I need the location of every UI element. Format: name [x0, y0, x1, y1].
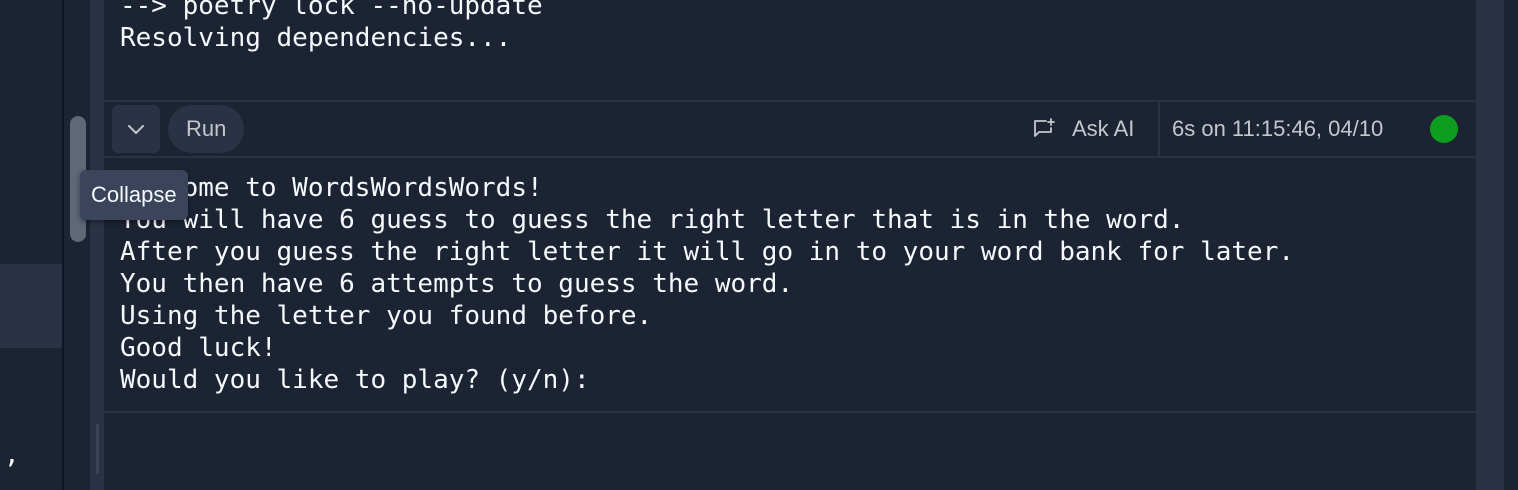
- collapse-button[interactable]: [112, 105, 160, 153]
- chevron-down-icon: [128, 125, 144, 134]
- ask-ai-button[interactable]: Ask AI: [1032, 102, 1134, 156]
- right-scrollbar[interactable]: [1476, 0, 1504, 490]
- file-tree-selected-row[interactable]: [0, 264, 62, 348]
- run-button[interactable]: Run: [168, 105, 245, 153]
- console-output: Welcome to WordsWordsWords! You will have…: [120, 172, 1294, 396]
- output-line: Would you like to play? (y/n):: [120, 365, 606, 395]
- pane-resize-handle[interactable]: [90, 0, 104, 490]
- resize-grip[interactable]: [96, 424, 99, 474]
- toolbar-divider: [1158, 102, 1160, 156]
- output-line: Welcome to WordsWordsWords!: [120, 173, 543, 203]
- chat-sparkle-icon: [1032, 117, 1056, 141]
- output-line: You will have 6 guess to guess the right…: [120, 205, 1185, 235]
- output-line: After you guess the right letter it will…: [120, 237, 1294, 267]
- console-toolbar: Run Ask AI 6s on 11:15:46, 04/10: [104, 102, 1476, 156]
- run-status-text: 6s on 11:15:46, 04/10: [1172, 116, 1384, 141]
- right-edge: [1504, 0, 1518, 490]
- scrollbar-track[interactable]: [64, 0, 90, 490]
- output-line: You then have 6 attempts to guess the wo…: [120, 269, 794, 299]
- previous-output: --> poetry lock --no-update Resolving dep…: [120, 0, 543, 54]
- output-line: Good luck!: [120, 333, 277, 363]
- ask-ai-label: Ask AI: [1072, 116, 1135, 141]
- file-tree-text-fragment: ,: [4, 440, 20, 470]
- status-indicator: [1430, 115, 1458, 143]
- file-tree-pane: ,: [0, 0, 62, 490]
- workspace: , --> poetry lock --no-update Resolving d…: [0, 0, 1518, 490]
- console-panel: --> poetry lock --no-update Resolving dep…: [104, 0, 1476, 490]
- section-divider: [104, 156, 1476, 158]
- output-line: Resolving dependencies...: [120, 23, 512, 53]
- output-line: Using the letter you found before.: [120, 301, 653, 331]
- output-line: --> poetry lock --no-update: [120, 0, 543, 21]
- section-divider: [104, 411, 1476, 413]
- collapse-tooltip: Collapse: [80, 170, 188, 220]
